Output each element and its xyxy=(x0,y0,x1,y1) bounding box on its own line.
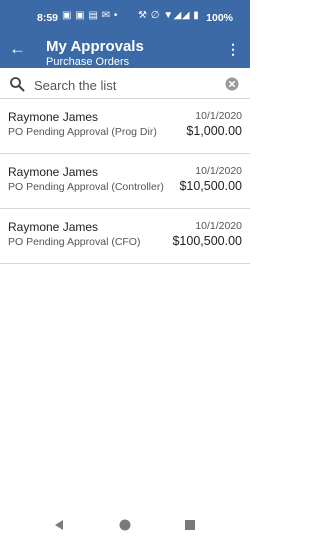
requester-name: Raymone James xyxy=(8,110,99,124)
page-title: My Approvals xyxy=(46,38,144,55)
page-subtitle: Purchase Orders xyxy=(46,56,130,68)
list-item[interactable]: Raymone James PO Pending Approval (Contr… xyxy=(0,154,250,209)
search-icon xyxy=(10,77,25,92)
status-time: 8:59 xyxy=(37,12,59,24)
nav-home-icon[interactable] xyxy=(119,519,131,531)
approval-amount: $1,000.00 xyxy=(186,124,242,138)
battery-level: 100% xyxy=(206,12,233,24)
list-item[interactable]: Raymone James PO Pending Approval (Prog … xyxy=(0,99,250,154)
approval-date: 10/1/2020 xyxy=(195,220,242,232)
approval-description: PO Pending Approval (Controller) xyxy=(8,181,164,193)
approval-description: PO Pending Approval (Prog Dir) xyxy=(8,126,157,138)
nav-recents-icon[interactable] xyxy=(185,520,195,530)
search-input[interactable] xyxy=(34,75,214,95)
system-status-icons: ⚒ ∅ ▼◢◢ ▮ xyxy=(138,10,200,21)
requester-name: Raymone James xyxy=(8,165,99,179)
approval-amount: $100,500.00 xyxy=(172,234,242,248)
list-item[interactable]: Raymone James PO Pending Approval (CFO) … xyxy=(0,209,250,264)
notification-icons: ▣ ▣ ▤ ✉ • xyxy=(62,10,118,21)
approval-date: 10/1/2020 xyxy=(195,110,242,122)
more-options-icon[interactable]: ⋮ xyxy=(226,42,240,56)
status-bar: 8:59 ▣ ▣ ▤ ✉ • ⚒ ∅ ▼◢◢ ▮ 100% xyxy=(0,0,250,34)
approval-date: 10/1/2020 xyxy=(195,165,242,177)
nav-back-icon[interactable] xyxy=(53,519,65,531)
approval-description: PO Pending Approval (CFO) xyxy=(8,236,141,248)
back-arrow-icon[interactable]: ← xyxy=(9,40,26,57)
clear-search-icon[interactable] xyxy=(225,77,239,91)
requester-name: Raymone James xyxy=(8,220,99,234)
app-bar: ← My Approvals Purchase Orders ⋮ xyxy=(0,34,250,68)
approval-amount: $10,500.00 xyxy=(179,179,242,193)
system-navigation-bar xyxy=(0,510,250,542)
search-bar xyxy=(0,72,250,99)
approvals-list: Raymone James PO Pending Approval (Prog … xyxy=(0,99,250,264)
